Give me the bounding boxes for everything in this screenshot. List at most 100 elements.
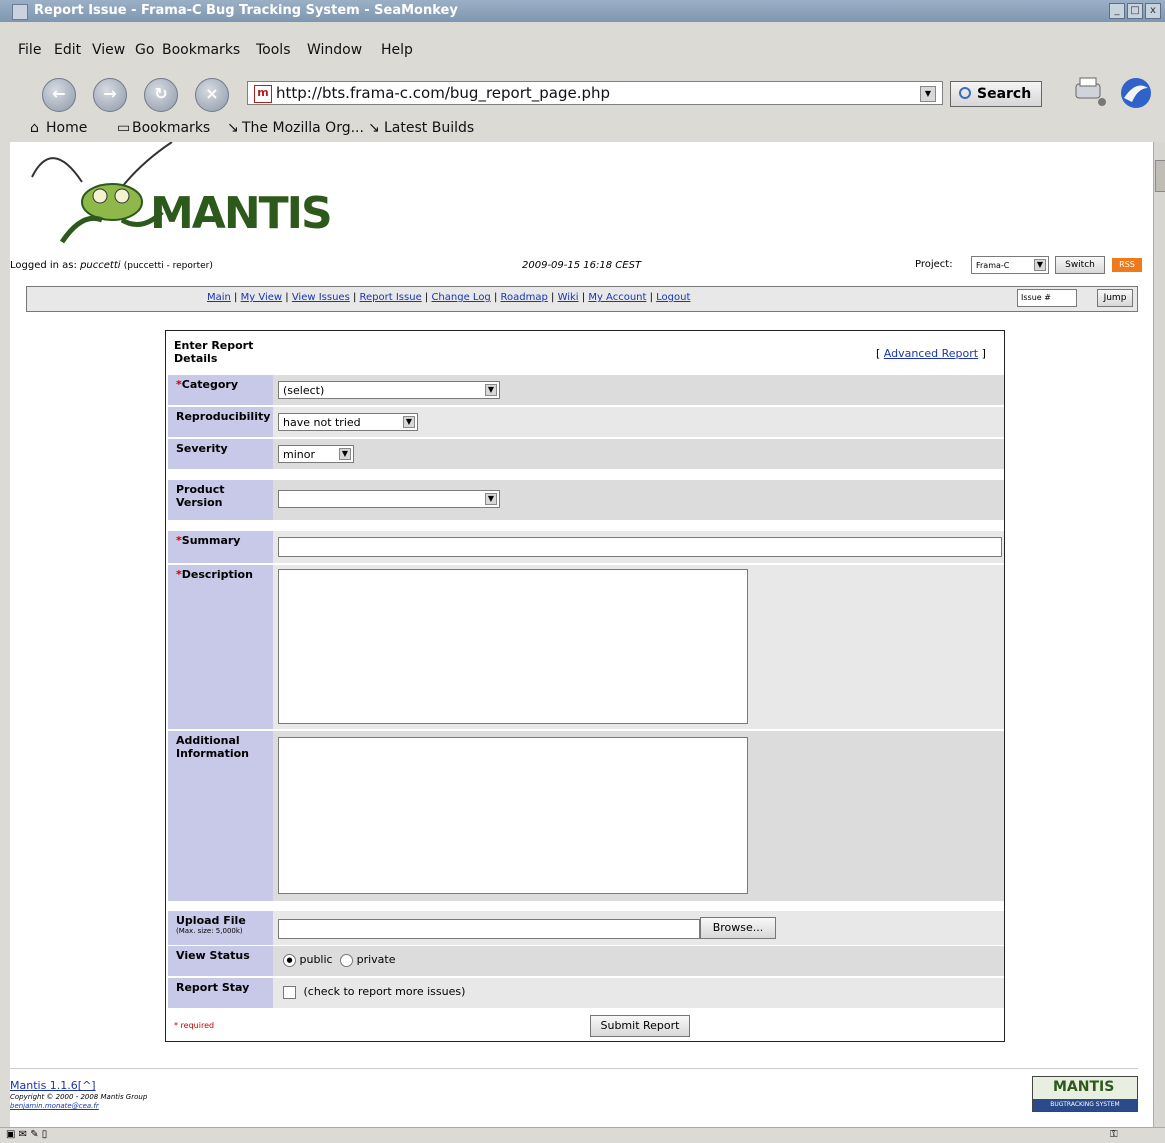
advanced-report: [ Advanced Report ] (876, 347, 986, 360)
link-main[interactable]: Main (207, 292, 231, 303)
user-role: (puccetti - reporter) (123, 261, 213, 271)
main-menu: Main | My View | View Issues | Report Is… (26, 286, 1138, 312)
summary-input[interactable] (278, 537, 1002, 557)
rss-icon[interactable]: RSS (1112, 258, 1142, 272)
back-icon[interactable]: ← (42, 78, 76, 112)
composer-icon[interactable]: ✎ (30, 1129, 38, 1140)
bookmark-latest-builds[interactable]: Latest Builds (384, 120, 474, 136)
link-logout[interactable]: Logout (656, 292, 690, 303)
form-header: Enter Report Details (174, 339, 254, 365)
report-stay-checkbox[interactable] (283, 985, 296, 999)
url-bar[interactable]: m http://bts.frama-c.com/bug_report_page… (247, 81, 943, 105)
jump-button[interactable]: Jump (1097, 289, 1133, 307)
advanced-report-link[interactable]: Advanced Report (884, 347, 978, 360)
category-select[interactable]: (select) ▼ (278, 381, 500, 399)
maximize-icon[interactable]: □ (1127, 3, 1143, 19)
bookmark-mozilla[interactable]: The Mozilla Org... (242, 120, 364, 136)
window-title: Report Issue - Frama-C Bug Tracking Syst… (34, 3, 458, 18)
view-status-label: View Status (168, 946, 273, 976)
product-version-select[interactable]: ▼ (278, 490, 500, 508)
severity-label: Severity (168, 439, 273, 469)
link-my-view[interactable]: My View (241, 292, 282, 303)
public-radio[interactable]: ● (283, 953, 296, 967)
window-menu-icon[interactable] (12, 4, 28, 20)
navigator-icon[interactable]: ▣ (6, 1129, 15, 1140)
window-titlebar: Report Issue - Frama-C Bug Tracking Syst… (0, 0, 1165, 23)
search-icon (959, 87, 971, 99)
bookmark-bookmarks[interactable]: Bookmarks (132, 120, 210, 136)
view-status-options: ● public private (283, 953, 396, 967)
page-content: MANTIS Logged in as: puccetti (puccetti … (10, 142, 1153, 1127)
username: puccetti (80, 260, 121, 271)
copyright: Copyright © 2000 - 2008 Mantis Group (10, 1093, 148, 1101)
menu-window[interactable]: Window (307, 42, 362, 58)
close-icon[interactable]: x (1145, 3, 1161, 19)
scrollbar-thumb[interactable] (1155, 160, 1165, 192)
print-icon[interactable] (1070, 76, 1108, 106)
top-link[interactable]: [^] (78, 1079, 96, 1092)
report-stay-options: (check to report more issues) (283, 985, 465, 999)
minimize-icon[interactable]: _ (1109, 3, 1125, 19)
admin-email-link[interactable]: benjamin.monate@cea.fr (10, 1102, 99, 1110)
link-icon: ↘ (368, 120, 380, 136)
menu-file[interactable]: File (18, 42, 41, 58)
report-form: Enter Report Details [ Advanced Report ]… (165, 330, 1005, 1042)
chevron-down-icon: ▼ (485, 493, 497, 505)
logo-text: MANTIS (150, 188, 333, 239)
menu-edit[interactable]: Edit (54, 42, 81, 58)
link-icon: ↘ (227, 120, 239, 136)
reproducibility-label: Reproducibility (168, 407, 273, 437)
link-wiki[interactable]: Wiki (558, 292, 579, 303)
menu-view[interactable]: View (92, 42, 125, 58)
home-icon: ⌂ (30, 120, 39, 136)
menu-go[interactable]: Go (135, 42, 154, 58)
additional-info-label: Additional Information (168, 731, 273, 901)
mail-icon[interactable]: ✉ (19, 1129, 27, 1140)
chevron-down-icon: ▼ (339, 448, 351, 460)
upload-file-input[interactable] (278, 919, 700, 939)
menu-links: Main | My View | View Issues | Report Is… (207, 292, 691, 303)
menu-tools[interactable]: Tools (256, 42, 291, 58)
link-view-issues[interactable]: View Issues (292, 292, 350, 303)
reproducibility-select[interactable]: have not tried ▼ (278, 413, 418, 431)
status-icons: ▣ ✉ ✎ ▯ (6, 1129, 47, 1140)
link-my-account[interactable]: My Account (588, 292, 646, 303)
forward-icon[interactable]: → (93, 78, 127, 112)
upload-label: Upload File (Max. size: 5,000k) (168, 911, 273, 945)
reload-icon[interactable]: ↻ (144, 78, 178, 112)
lock-icon: ⚿ (1110, 1129, 1118, 1140)
menubar: File Edit View Go Bookmarks Tools Window… (0, 22, 1165, 63)
category-label: *Category (168, 375, 273, 405)
url-text[interactable]: http://bts.frama-c.com/bug_report_page.p… (276, 84, 610, 102)
stop-icon[interactable]: × (195, 78, 229, 112)
submit-report-button[interactable]: Submit Report (590, 1015, 690, 1037)
bookmark-home[interactable]: Home (46, 120, 87, 136)
search-button[interactable]: Search (950, 81, 1042, 107)
menu-bookmarks[interactable]: Bookmarks (162, 42, 240, 58)
private-radio[interactable] (340, 953, 354, 967)
switch-button[interactable]: Switch (1055, 256, 1105, 274)
navigation-toolbar: ← → ↻ × m http://bts.frama-c.com/bug_rep… (0, 62, 1165, 115)
link-roadmap[interactable]: Roadmap (501, 292, 548, 303)
severity-select[interactable]: minor ▼ (278, 445, 354, 463)
report-stay-label: Report Stay (168, 978, 273, 1008)
link-report-issue[interactable]: Report Issue (360, 292, 422, 303)
vertical-scrollbar[interactable] (1153, 142, 1165, 1127)
mantis-logo[interactable]: MANTIS (22, 142, 333, 247)
project-label: Project: (915, 259, 953, 270)
folder-icon: ▭ (117, 120, 131, 136)
footer-version: Mantis 1.1.6[^] (10, 1079, 96, 1092)
addressbook-icon[interactable]: ▯ (42, 1129, 48, 1140)
severity-row (273, 439, 1004, 469)
project-select[interactable]: Frama-C ▼ (971, 256, 1049, 274)
mantis-badge[interactable]: MANTIS BUGTRACKING SYSTEM (1032, 1076, 1138, 1112)
browse-button[interactable]: Browse... (700, 917, 776, 939)
additional-info-textarea[interactable] (278, 737, 748, 894)
url-dropdown-icon[interactable]: ▼ (920, 86, 936, 102)
description-textarea[interactable] (278, 569, 748, 724)
issue-number-input[interactable]: Issue # (1017, 289, 1077, 307)
link-change-log[interactable]: Change Log (431, 292, 490, 303)
mantis-version-link[interactable]: Mantis 1.1.6 (10, 1079, 78, 1092)
chevron-down-icon: ▼ (485, 384, 497, 396)
menu-help[interactable]: Help (381, 42, 413, 58)
